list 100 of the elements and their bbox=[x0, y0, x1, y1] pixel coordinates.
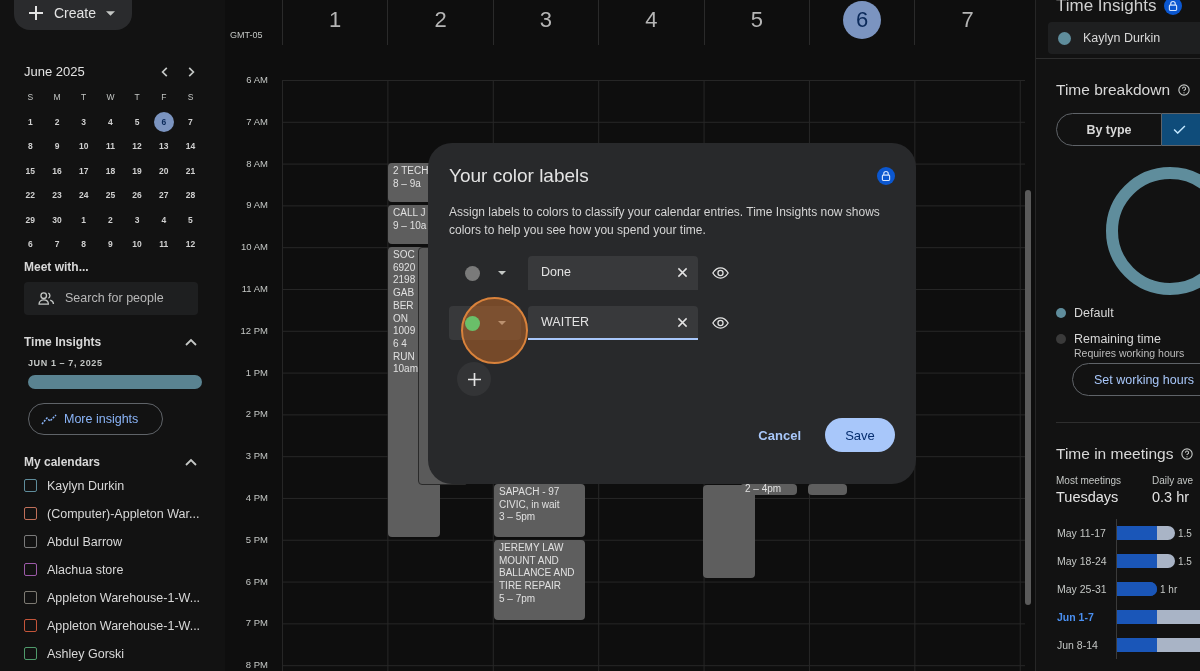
legend-label: Default bbox=[1074, 306, 1114, 320]
date-cell[interactable]: 8 bbox=[20, 136, 41, 157]
calendar-name[interactable]: Alachua store bbox=[47, 562, 124, 577]
meeting-bar bbox=[1117, 526, 1175, 540]
create-button[interactable]: Create bbox=[14, 0, 132, 30]
day-number[interactable]: 1 bbox=[316, 1, 355, 39]
scrollbar[interactable] bbox=[1025, 190, 1031, 605]
stat-value: 0.3 hr bbox=[1152, 489, 1191, 505]
date-cell[interactable]: 3 bbox=[127, 209, 148, 230]
date-cell[interactable]: 2 bbox=[47, 111, 68, 132]
date-cell[interactable]: 15 bbox=[20, 160, 41, 181]
clear-icon[interactable] bbox=[677, 266, 688, 278]
day-number[interactable]: 6 bbox=[843, 1, 882, 39]
date-cell[interactable]: 30 bbox=[47, 209, 68, 230]
help-icon[interactable] bbox=[1178, 84, 1190, 96]
date-cell[interactable]: 6 bbox=[20, 234, 41, 255]
date-cell[interactable]: 24 bbox=[73, 185, 94, 206]
calendar-name[interactable]: (Computer)-Appleton War... bbox=[47, 506, 200, 521]
date-cell[interactable]: 28 bbox=[180, 185, 201, 206]
calendar-checkbox[interactable] bbox=[24, 619, 37, 632]
date-cell[interactable]: 9 bbox=[47, 136, 68, 157]
add-button[interactable] bbox=[457, 362, 491, 396]
calendar-event[interactable]: 2 – 4pm bbox=[740, 484, 797, 495]
date-cell[interactable]: 26 bbox=[127, 185, 148, 206]
collapse-icon[interactable] bbox=[185, 457, 197, 466]
date-cell[interactable]: 6 bbox=[153, 111, 174, 132]
date-cell[interactable]: 18 bbox=[100, 160, 121, 181]
calendar-name[interactable]: Appleton Warehouse-1-W... bbox=[47, 590, 201, 605]
person-name: Kaylyn Durkin bbox=[1083, 31, 1161, 45]
date-cell[interactable]: 11 bbox=[153, 234, 174, 255]
calendar-name[interactable]: Abdul Barrow bbox=[47, 534, 123, 549]
week-label[interactable]: May 18-24 bbox=[1057, 555, 1117, 567]
date-cell[interactable]: 29 bbox=[20, 209, 41, 230]
day-number[interactable]: 3 bbox=[526, 1, 565, 39]
day-number[interactable]: 7 bbox=[948, 1, 987, 39]
date-cell[interactable]: 7 bbox=[47, 234, 68, 255]
calendar-checkbox[interactable] bbox=[24, 591, 37, 604]
date-cell[interactable]: 5 bbox=[180, 209, 201, 230]
eye-icon[interactable] bbox=[712, 317, 729, 329]
date-cell[interactable]: 14 bbox=[180, 136, 201, 157]
hour-label: 9 AM bbox=[246, 199, 268, 211]
eye-icon[interactable] bbox=[712, 267, 729, 279]
week-label[interactable]: Jun 8-14 bbox=[1057, 639, 1117, 651]
date-cell[interactable]: 9 bbox=[100, 234, 121, 255]
event-text: SOC bbox=[393, 249, 416, 262]
person-chip[interactable]: Kaylyn Durkin bbox=[1048, 22, 1200, 54]
date-cell[interactable]: 25 bbox=[100, 185, 121, 206]
section-title: My calendars bbox=[24, 454, 101, 469]
date-cell[interactable]: 20 bbox=[153, 160, 174, 181]
calendar-checkbox[interactable] bbox=[24, 479, 37, 492]
cancel-button[interactable]: Cancel bbox=[754, 421, 805, 449]
date-cell[interactable]: 1 bbox=[73, 209, 94, 230]
help-icon[interactable] bbox=[1181, 448, 1194, 460]
date-cell[interactable]: 21 bbox=[180, 160, 201, 181]
date-cell[interactable]: 3 bbox=[73, 111, 94, 132]
month-title: June 2025 bbox=[24, 64, 86, 79]
weekday-label: F bbox=[161, 92, 167, 103]
date-cell[interactable]: 19 bbox=[127, 160, 148, 181]
label-field[interactable]: Done bbox=[528, 256, 698, 290]
date-cell[interactable]: 12 bbox=[127, 136, 148, 157]
date-cell[interactable]: 5 bbox=[127, 111, 148, 132]
calendar-name[interactable]: Appleton Warehouse-1-W... bbox=[47, 618, 201, 633]
day-number[interactable]: 5 bbox=[737, 1, 776, 39]
calendar-name[interactable]: Kaylyn Durkin bbox=[47, 478, 125, 493]
week-label[interactable]: Jun 1-7 bbox=[1057, 611, 1117, 623]
date-cell[interactable]: 2 bbox=[100, 209, 121, 230]
date-cell[interactable]: 4 bbox=[100, 111, 121, 132]
calendar-event[interactable]: JEREMY LAW MOUNT AND BALLANCE AND TIRE REPAIR 5 – 7pm bbox=[494, 540, 585, 620]
calendar-checkbox[interactable] bbox=[24, 563, 37, 576]
date-cell[interactable]: 8 bbox=[73, 234, 94, 255]
save-button[interactable]: Save bbox=[825, 418, 895, 452]
weekday-label: W bbox=[106, 92, 115, 103]
date-cell[interactable]: 13 bbox=[153, 136, 174, 157]
search-field[interactable]: Search for people bbox=[24, 281, 198, 315]
clear-icon[interactable] bbox=[677, 316, 688, 328]
day-number[interactable]: 4 bbox=[632, 1, 671, 39]
calendar-checkbox[interactable] bbox=[24, 647, 37, 660]
date-cell[interactable]: 11 bbox=[100, 136, 121, 157]
collapse-icon[interactable] bbox=[185, 337, 197, 346]
date-cell[interactable]: 10 bbox=[73, 136, 94, 157]
label-field[interactable]: WAITER bbox=[528, 306, 698, 340]
bar-value: 1 hr bbox=[1160, 583, 1178, 595]
color-dropdown[interactable] bbox=[449, 306, 521, 340]
calendar-event[interactable]: SAPACH - 97 CIVIC, in wait 3 – 5pm bbox=[494, 484, 585, 537]
date-cell[interactable]: 16 bbox=[47, 160, 68, 181]
date-cell[interactable]: 17 bbox=[73, 160, 94, 181]
day-number[interactable]: 2 bbox=[421, 1, 460, 39]
date-cell[interactable]: 22 bbox=[20, 185, 41, 206]
date-cell[interactable]: 10 bbox=[127, 234, 148, 255]
date-cell[interactable]: 7 bbox=[180, 111, 201, 132]
date-cell[interactable]: 23 bbox=[47, 185, 68, 206]
week-label[interactable]: May 25-31 bbox=[1057, 583, 1117, 595]
date-cell[interactable]: 12 bbox=[180, 234, 201, 255]
date-cell[interactable]: 1 bbox=[20, 111, 41, 132]
week-label[interactable]: May 11-17 bbox=[1057, 527, 1117, 539]
date-cell[interactable]: 4 bbox=[153, 209, 174, 230]
date-cell[interactable]: 27 bbox=[153, 185, 174, 206]
calendar-name[interactable]: Ashley Gorski bbox=[47, 646, 125, 661]
calendar-checkbox[interactable] bbox=[24, 535, 37, 548]
calendar-checkbox[interactable] bbox=[24, 507, 37, 520]
